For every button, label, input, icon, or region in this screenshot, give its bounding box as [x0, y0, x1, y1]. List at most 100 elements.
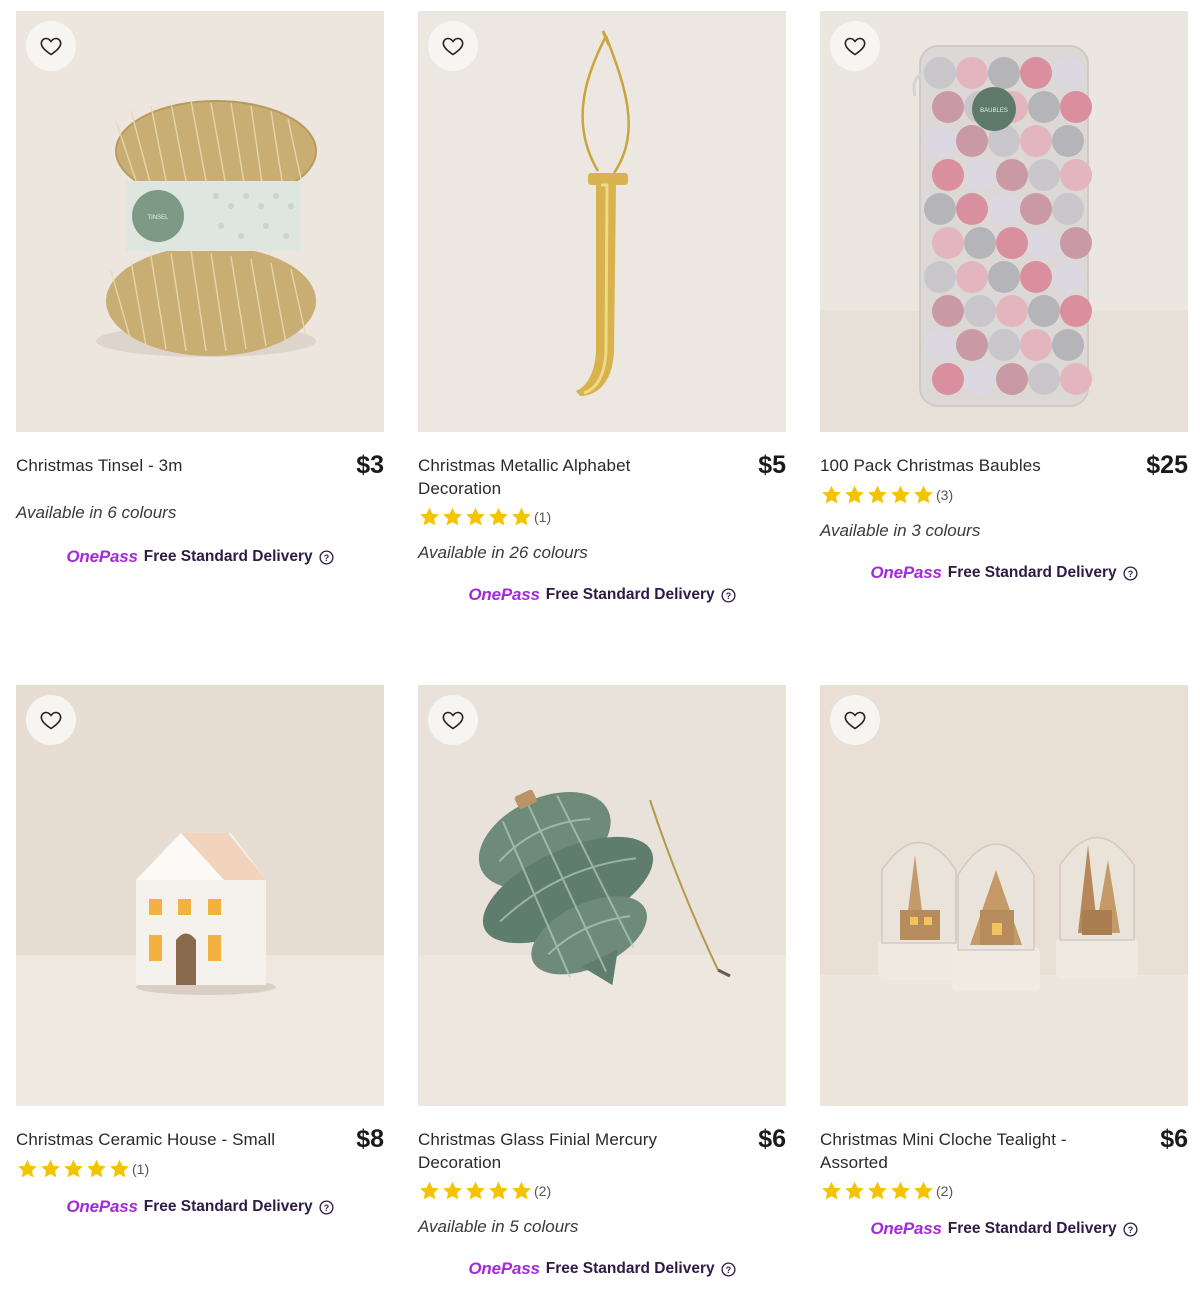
delivery-label: Free Standard Delivery [947, 564, 1117, 581]
delivery-info: OnePass Free Standard Delivery ? [16, 546, 384, 568]
help-icon[interactable]: ? [721, 1261, 736, 1277]
star-icon [443, 507, 462, 526]
delivery-info: OnePass Free Standard Delivery ? [418, 1258, 786, 1280]
delivery-label: Free Standard Delivery [143, 548, 313, 565]
wishlist-button[interactable] [26, 695, 76, 745]
star-rating [418, 506, 533, 528]
bauble-ball [988, 261, 1020, 293]
star-icon [466, 1181, 485, 1200]
bauble-ball [932, 227, 964, 259]
svg-text:?: ? [323, 1202, 328, 1212]
product-image[interactable] [418, 11, 786, 432]
bauble-ball [1020, 125, 1052, 157]
star-rating [820, 1180, 935, 1202]
star-icon [822, 1181, 841, 1200]
heart-icon [40, 711, 62, 730]
onepass-logo: OnePass [468, 585, 540, 604]
product-card[interactable]: TINSEL Christmas Tinsel - 3m $3 Availabl… [16, 11, 384, 568]
star-icon [489, 1181, 508, 1200]
bauble-ball [1020, 57, 1052, 89]
product-name[interactable]: 100 Pack Christmas Baubles [820, 454, 1041, 477]
bauble-ball [1028, 363, 1060, 395]
bauble-ball [964, 227, 996, 259]
star-icon [420, 1181, 439, 1200]
rating-count: (1) [132, 1161, 150, 1177]
star-rating [820, 484, 935, 506]
bauble-ball [932, 363, 964, 395]
wishlist-button[interactable] [830, 21, 880, 71]
product-name[interactable]: Christmas Glass Finial Mercury Decoratio… [418, 1128, 708, 1174]
baubles-tube-image: BAUBLES [820, 11, 1188, 432]
onepass-logo: OnePass [870, 563, 942, 582]
star-icon [18, 1159, 37, 1178]
onepass-logo: OnePass [870, 1219, 942, 1238]
star-icon [512, 1181, 531, 1200]
svg-text:?: ? [1127, 568, 1132, 578]
product-image[interactable]: TINSEL [16, 11, 384, 432]
wishlist-button[interactable] [830, 695, 880, 745]
star-icon [64, 1159, 83, 1178]
star-icon [845, 485, 864, 504]
ceramic-house-image [16, 685, 384, 1106]
bauble-ball [1052, 193, 1084, 225]
star-icon [466, 507, 485, 526]
help-icon[interactable]: ? [721, 587, 736, 603]
svg-text:?: ? [1127, 1224, 1132, 1234]
help-icon[interactable]: ? [1123, 565, 1138, 581]
svg-text:?: ? [323, 552, 328, 562]
bauble-ball [956, 329, 988, 361]
bauble-ball [1052, 329, 1084, 361]
product-price: $8 [356, 1125, 384, 1153]
product-card[interactable]: Christmas Glass Finial Mercury Decoratio… [418, 685, 786, 1280]
product-card[interactable]: Christmas Ceramic House - Small $8 (1) O… [16, 685, 384, 1218]
bauble-ball [1020, 329, 1052, 361]
colour-availability: Available in 26 colours [418, 543, 588, 562]
bauble-ball [924, 261, 956, 293]
product-name[interactable]: Christmas Tinsel - 3m [16, 454, 182, 477]
product-price: $5 [758, 451, 786, 479]
product-image[interactable] [418, 685, 786, 1106]
tinsel-label: TINSEL [147, 215, 169, 221]
bauble-ball [932, 295, 964, 327]
star-icon [512, 507, 531, 526]
help-icon[interactable]: ? [319, 1199, 334, 1215]
product-card[interactable]: BAUBLES 100 Pack Christmas Baubles $25 (… [820, 11, 1188, 584]
gold-letter-j-image [418, 11, 786, 432]
star-icon [891, 1181, 910, 1200]
wishlist-button[interactable] [428, 695, 478, 745]
bauble-ball [1020, 193, 1052, 225]
bauble-ball [1060, 159, 1092, 191]
product-image[interactable] [820, 685, 1188, 1106]
delivery-label: Free Standard Delivery [143, 1198, 313, 1215]
bauble-ball [964, 159, 996, 191]
bauble-ball [956, 125, 988, 157]
colour-availability: Available in 6 colours [16, 503, 177, 522]
bauble-ball [1028, 159, 1060, 191]
product-card[interactable]: Christmas Mini Cloche Tealight - Assorte… [820, 685, 1188, 1240]
bauble-ball [1028, 227, 1060, 259]
rating-count: (2) [534, 1183, 552, 1199]
help-icon[interactable]: ? [1123, 1221, 1138, 1237]
product-name[interactable]: Christmas Ceramic House - Small [16, 1128, 275, 1151]
star-icon [41, 1159, 60, 1178]
star-icon [420, 507, 439, 526]
bauble-ball [1020, 261, 1052, 293]
delivery-label: Free Standard Delivery [947, 1220, 1117, 1237]
help-icon[interactable]: ? [319, 549, 334, 565]
product-name[interactable]: Christmas Mini Cloche Tealight - Assorte… [820, 1128, 1110, 1174]
heart-icon [40, 37, 62, 56]
bauble-ball [956, 261, 988, 293]
bauble-ball [932, 91, 964, 123]
product-card[interactable]: Christmas Metallic Alphabet Decoration $… [418, 11, 786, 606]
bauble-ball [1060, 91, 1092, 123]
product-price: $3 [356, 451, 384, 479]
product-rating: (1) [16, 1156, 384, 1182]
bauble-ball [996, 159, 1028, 191]
product-image[interactable] [16, 685, 384, 1106]
colour-availability: Available in 5 colours [418, 1217, 579, 1236]
product-name[interactable]: Christmas Metallic Alphabet Decoration [418, 454, 708, 500]
product-image[interactable]: BAUBLES [820, 11, 1188, 432]
wishlist-button[interactable] [428, 21, 478, 71]
bauble-ball [996, 227, 1028, 259]
wishlist-button[interactable] [26, 21, 76, 71]
